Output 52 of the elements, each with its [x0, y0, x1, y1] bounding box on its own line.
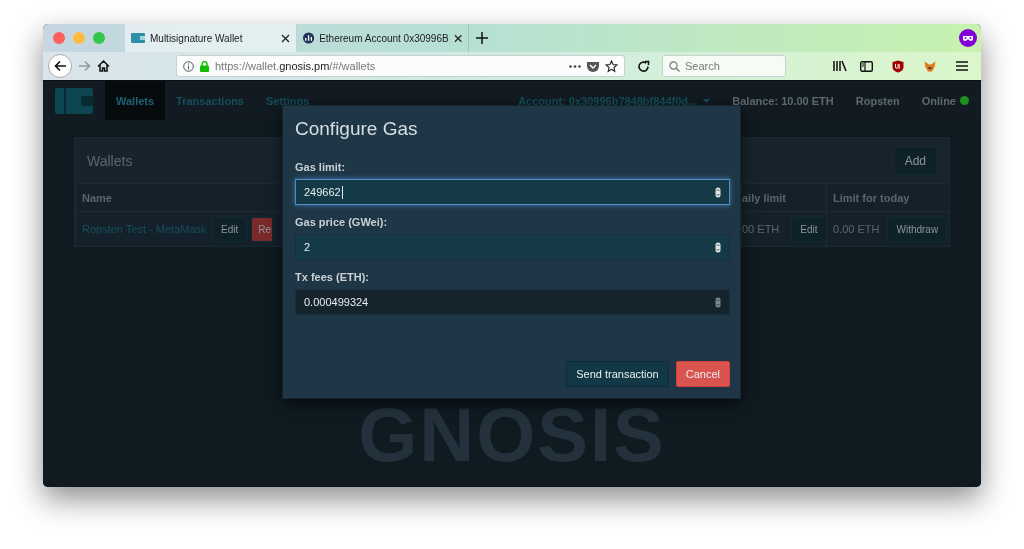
- caret-icon: [703, 98, 711, 103]
- add-button[interactable]: Add: [893, 146, 937, 175]
- dialog-title: Configure Gas: [295, 118, 419, 140]
- cancel-button[interactable]: Cancel: [675, 361, 730, 387]
- info-icon[interactable]: [183, 60, 194, 72]
- search-icon: [669, 60, 680, 72]
- back-button[interactable]: [48, 54, 72, 78]
- number-input[interactable]: 0.000499324: [295, 289, 730, 315]
- sidebar-icon[interactable]: [859, 60, 873, 72]
- browser-tab[interactable]: Multisignature Wallet: [125, 24, 297, 52]
- field-label: Gas price (GWei):: [295, 216, 389, 228]
- mask-icon[interactable]: [959, 29, 977, 47]
- edit-button[interactable]: Edit: [791, 216, 827, 242]
- row-action-button[interactable]: Re: [251, 216, 274, 242]
- fox-icon[interactable]: [924, 60, 936, 72]
- star-icon[interactable]: [605, 59, 618, 73]
- browser-tab[interactable]: Ethereum Account 0x30996B: [297, 24, 469, 52]
- nav-tab[interactable]: Wallets: [105, 81, 166, 120]
- library-icon[interactable]: [833, 60, 847, 72]
- number-input[interactable]: 2: [295, 234, 730, 260]
- withdraw-button[interactable]: Withdraw: [887, 216, 948, 242]
- more-icon[interactable]: [569, 64, 581, 68]
- chart-icon: [303, 32, 315, 44]
- plus-icon[interactable]: [476, 32, 488, 44]
- lock-icon: [200, 60, 209, 72]
- row-action-button[interactable]: Edit: [212, 216, 248, 242]
- number-input[interactable]: 249662: [295, 179, 730, 205]
- column-header: Limit for today: [826, 184, 949, 212]
- url-text: https://wallet.gnosis.pm/#/wallets: [215, 60, 377, 72]
- panel-title: Wallets: [87, 152, 133, 169]
- home-icon[interactable]: [97, 60, 110, 72]
- reload-icon[interactable]: [637, 59, 650, 73]
- field-label: Tx fees (ETH):: [295, 271, 370, 283]
- spinner-icon[interactable]: [715, 186, 721, 198]
- balance-text: Balance: 10.00 ETH: [732, 94, 834, 107]
- send-button[interactable]: Send transaction: [566, 361, 669, 387]
- network-name: Ropsten: [855, 94, 900, 107]
- menu-icon[interactable]: [956, 61, 968, 71]
- address-bar[interactable]: https://wallet.gnosis.pm/#/wallets: [176, 55, 625, 77]
- table-cell: 0.00 ETH: [833, 223, 880, 235]
- close-icon[interactable]: [281, 33, 290, 43]
- arrow-left-icon: [53, 60, 67, 72]
- field-label: Gas limit:: [295, 161, 347, 173]
- shield-icon[interactable]: [892, 59, 904, 73]
- spinner-icon[interactable]: [715, 296, 721, 308]
- spinner-icon[interactable]: [715, 241, 721, 253]
- search-field[interactable]: Search: [662, 55, 786, 77]
- close-icon[interactable]: [453, 33, 462, 43]
- pocket-icon[interactable]: [587, 60, 599, 72]
- wallet-icon: [131, 33, 145, 43]
- status-text: Online: [921, 94, 956, 107]
- wallet-logo-icon: [55, 87, 93, 114]
